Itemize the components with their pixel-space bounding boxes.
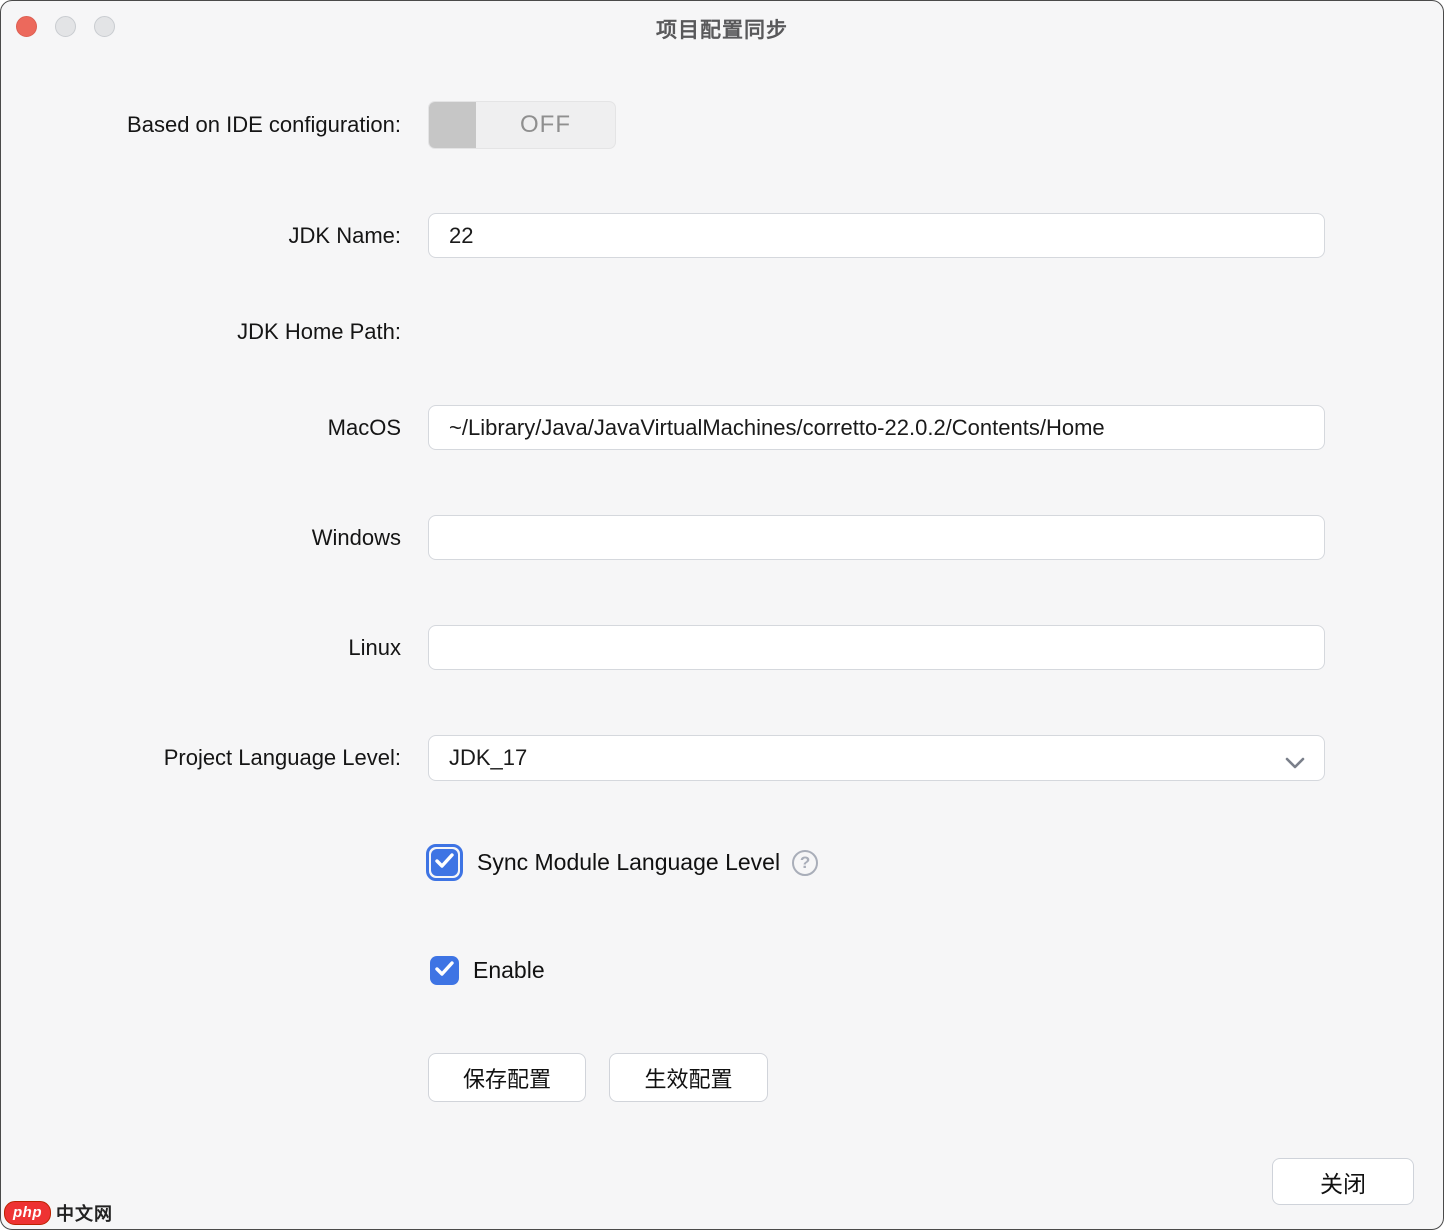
toggle-state-label: OFF <box>476 102 615 148</box>
ide-config-toggle[interactable]: OFF <box>428 101 616 149</box>
chevron-down-icon <box>1284 750 1306 776</box>
linux-label: Linux <box>1 635 401 661</box>
checkmark-icon <box>435 961 454 981</box>
php-cn-watermark: php 中文网 <box>4 1200 113 1226</box>
language-level-label: Project Language Level: <box>1 745 401 771</box>
macos-label: MacOS <box>1 415 401 441</box>
watermark-text: 中文网 <box>56 1200 113 1226</box>
dialog-window: 项目配置同步 Based on IDE configuration: OFF J… <box>0 0 1444 1230</box>
jdk-name-label: JDK Name: <box>1 223 401 249</box>
checkmark-icon <box>435 853 454 873</box>
apply-config-button[interactable]: 生效配置 <box>609 1053 768 1102</box>
jdk-name-input[interactable] <box>428 213 1325 258</box>
save-config-button[interactable]: 保存配置 <box>428 1053 586 1102</box>
ide-config-label: Based on IDE configuration: <box>1 112 401 138</box>
jdk-home-path-label: JDK Home Path: <box>1 319 401 345</box>
windows-label: Windows <box>1 525 401 551</box>
project-language-level-select[interactable]: JDK_17 <box>428 735 1325 781</box>
close-dialog-button[interactable]: 关闭 <box>1272 1158 1414 1205</box>
help-icon[interactable]: ? <box>792 850 818 876</box>
sync-module-label: Sync Module Language Level <box>477 849 780 876</box>
linux-path-input[interactable] <box>428 625 1325 670</box>
toggle-knob[interactable] <box>429 102 476 148</box>
enable-checkbox[interactable] <box>430 956 459 985</box>
sync-module-checkbox[interactable] <box>426 844 463 881</box>
windows-path-input[interactable] <box>428 515 1325 560</box>
php-logo-badge: php <box>4 1201 51 1225</box>
window-title: 项目配置同步 <box>1 1 1443 57</box>
titlebar: 项目配置同步 <box>1 1 1443 57</box>
enable-label: Enable <box>473 957 545 984</box>
macos-path-input[interactable] <box>428 405 1325 450</box>
language-level-value: JDK_17 <box>449 745 527 771</box>
